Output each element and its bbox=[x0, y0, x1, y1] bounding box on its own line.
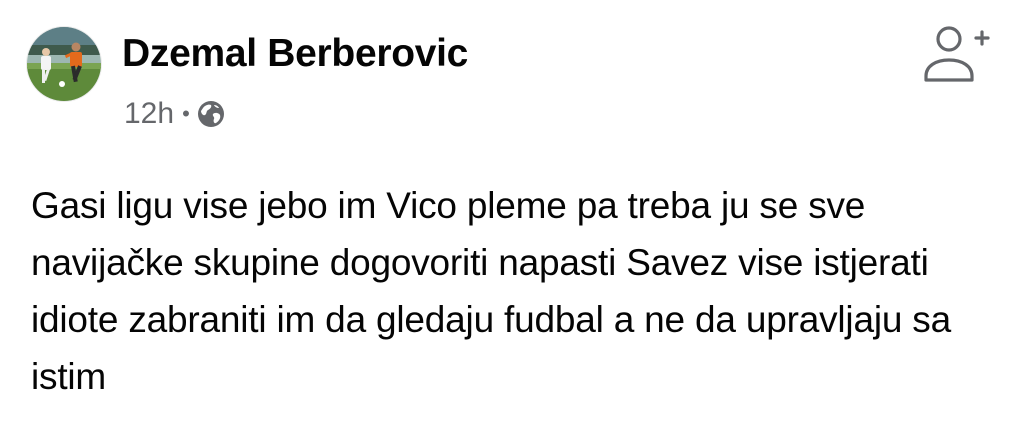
meta-separator: • bbox=[182, 101, 190, 126]
post-meta: 12h • bbox=[124, 94, 226, 134]
post-text: Gasi ligu vise jebo im Vico pleme pa tre… bbox=[31, 185, 951, 397]
add-friend-icon[interactable] bbox=[920, 22, 990, 84]
globe-icon bbox=[196, 99, 226, 129]
post-card: Dzemal Berberovic 12h • Gasi ligu vise j… bbox=[0, 0, 1009, 435]
author-name[interactable]: Dzemal Berberovic bbox=[122, 30, 468, 78]
post-timestamp[interactable]: 12h bbox=[124, 97, 174, 131]
avatar[interactable] bbox=[27, 27, 101, 101]
